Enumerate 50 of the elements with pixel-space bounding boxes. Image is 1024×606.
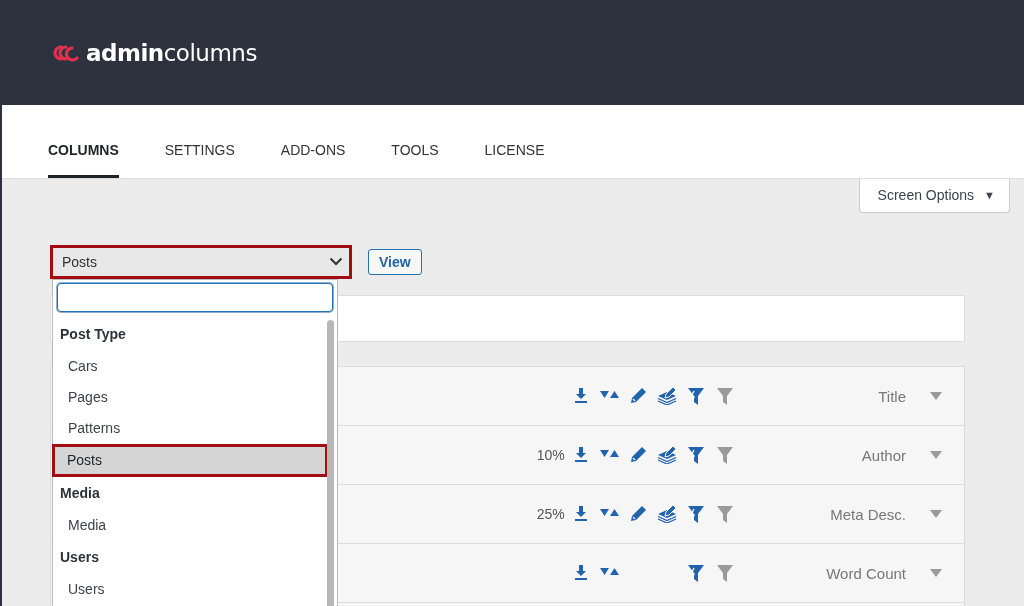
funnel-icon[interactable] [715,564,734,582]
download-icon[interactable] [574,446,588,464]
logo-icon [50,43,80,62]
chevron-down-icon [329,257,343,266]
column-label: Meta Desc. [829,505,906,523]
screen-options-button[interactable]: Screen Options ▼ [858,179,1010,213]
dropdown-option[interactable]: Media [53,509,327,541]
pencil-icon[interactable] [629,505,648,523]
lightning-funnel-icon[interactable] [686,387,705,405]
width-label: 25% [535,506,565,522]
tab[interactable]: LICENSE [484,142,545,178]
download-icon[interactable] [574,505,588,523]
stacked-pencil-icon[interactable] [657,387,678,405]
list-select[interactable]: Posts [50,244,352,279]
lightning-funnel-icon[interactable] [686,446,705,464]
width-label: 10% [535,447,565,463]
dropdown-option[interactable]: Cars [53,350,327,382]
funnel-icon[interactable] [715,505,734,523]
pencil-icon[interactable] [629,387,648,405]
dropdown-option[interactable]: Patterns [53,412,327,444]
column-label: Author [860,446,906,464]
logo-text: admincolumns [86,39,257,66]
dropdown-option[interactable]: Users [53,573,327,605]
download-icon[interactable] [574,564,588,582]
scrollbar[interactable] [327,319,334,606]
column-label: Title [877,387,906,405]
caret-down-icon[interactable] [930,510,942,518]
caret-down-icon[interactable] [930,451,942,459]
dropdown-option[interactable]: Pages [53,381,327,413]
download-icon[interactable] [574,387,588,405]
caret-down-icon[interactable] [930,569,942,577]
group-label: Users [59,547,100,567]
tab[interactable]: TOOLS [391,142,439,178]
funnel-icon[interactable] [715,387,734,405]
tab[interactable]: ADD-ONS [280,142,346,178]
funnel-icon[interactable] [715,446,734,464]
group-label: Media [59,483,101,503]
group-label: Post Type [59,324,127,344]
stacked-pencil-icon[interactable] [657,446,678,464]
lightning-funnel-icon[interactable] [686,505,705,523]
search-field[interactable] [57,282,333,312]
pencil-icon[interactable] [629,446,648,464]
dropdown-option[interactable]: Posts [52,443,328,477]
lightning-funnel-icon[interactable] [686,564,705,582]
stacked-pencil-icon[interactable] [657,505,678,523]
caret-down-icon[interactable] [930,392,942,400]
tab[interactable]: COLUMNS [48,142,119,178]
tab[interactable]: SETTINGS [164,142,235,178]
column-label: Word Count [825,564,906,582]
view-button[interactable]: View [368,248,422,275]
